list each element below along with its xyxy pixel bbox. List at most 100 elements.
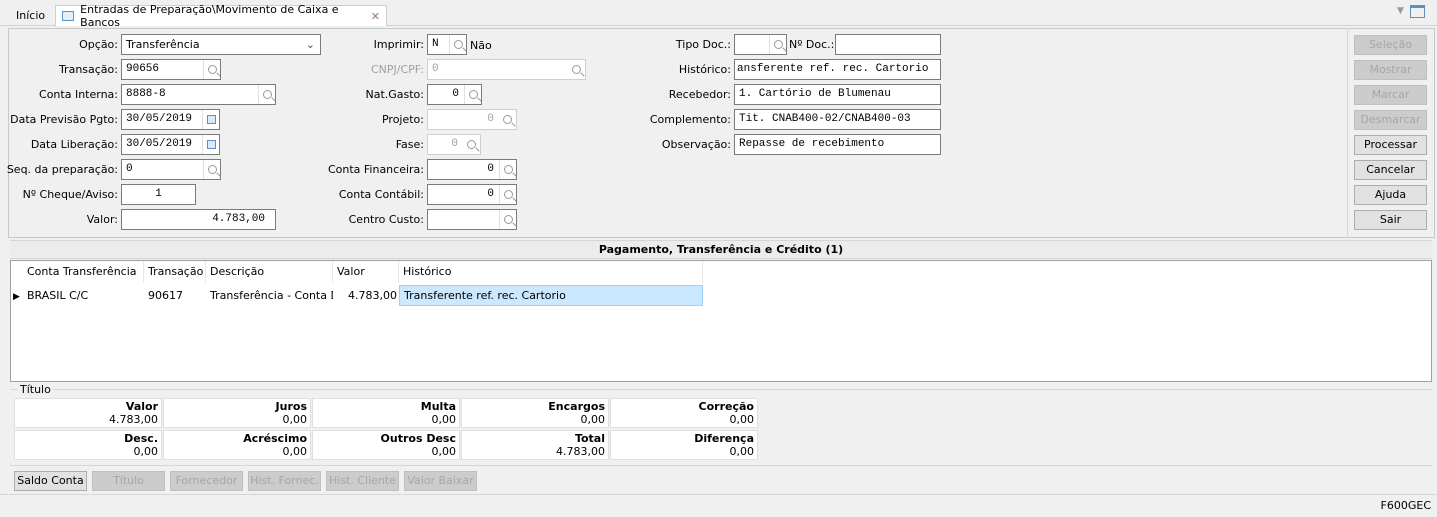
observacao-field[interactable]: Repasse de recebimento [734, 134, 941, 155]
search-icon[interactable] [499, 210, 516, 229]
ajuda-button[interactable]: Ajuda [1354, 185, 1427, 205]
cancelar-button[interactable]: Cancelar [1354, 160, 1427, 180]
nat-gasto-label: Nat.Gasto: [365, 88, 424, 101]
tab-inicio[interactable]: Início [8, 5, 53, 26]
tab-label: Entradas de Preparação\Movimento de Caix… [80, 3, 339, 29]
titulo-encargos: Encargos 0,00 [461, 398, 609, 428]
imprimir-label: Imprimir: [373, 38, 424, 51]
selecao-button: Seleção [1354, 35, 1427, 55]
tipo-doc-label: Tipo Doc.: [675, 38, 731, 51]
cell-conta[interactable]: BRASIL C/C [23, 285, 144, 307]
transacao-field[interactable]: 90656 [121, 59, 221, 80]
num-doc-label: Nº Doc.: [789, 38, 835, 51]
titulo-acrescimo: Acréscimo 0,00 [163, 430, 311, 460]
search-icon [568, 60, 585, 79]
cheque-field[interactable]: 1 [121, 184, 196, 205]
mostrar-button: Mostrar [1354, 60, 1427, 80]
column-header[interactable]: Valor [333, 261, 399, 283]
observacao-label: Observação: [661, 138, 731, 151]
tipo-doc-field[interactable] [734, 34, 787, 55]
imprimir-field[interactable]: N [427, 34, 467, 55]
titulo-outros-desc: Outros Desc 0,00 [312, 430, 460, 460]
cnpj-field: 0 [427, 59, 586, 80]
tab-movimento-caixa[interactable]: Entradas de Preparação\Movimento de Caix… [55, 3, 387, 29]
search-icon[interactable] [499, 185, 516, 204]
centro-custo-label: Centro Custo: [348, 213, 424, 226]
valor-baixar-button: Valor Baixar [404, 471, 477, 491]
cnpj-label: CNPJ/CPF: [371, 63, 424, 76]
historico-field[interactable]: ansferente ref. rec. Cartorio [734, 59, 941, 80]
titulo-multa: Multa 0,00 [312, 398, 460, 428]
num-doc-field[interactable] [835, 34, 941, 55]
valor-field[interactable]: 4.783,00 [121, 209, 276, 230]
opcao-select[interactable]: Transferência ⌄ [121, 34, 321, 55]
cell-descricao[interactable]: Transferência - Conta De [206, 285, 333, 307]
valor-label: Valor: [86, 213, 118, 226]
column-header[interactable]: Histórico [399, 261, 703, 283]
recebedor-field[interactable]: 1. Cartório de Blumenau [734, 84, 941, 105]
projeto-field: 0 [427, 109, 517, 130]
titulo-correcao: Correção 0,00 [610, 398, 758, 428]
cell-historico[interactable]: Transferente ref. rec. Cartorio [399, 285, 703, 306]
conta-contabil-label: Conta Contábil: [338, 188, 424, 201]
search-icon[interactable] [464, 85, 481, 104]
search-icon [499, 110, 516, 129]
cell-valor[interactable]: 4.783,00 [333, 285, 399, 307]
calendar-icon[interactable] [202, 135, 219, 154]
data-previsao-label: Data Previsão Pgto: [10, 113, 118, 126]
search-icon[interactable] [258, 85, 275, 104]
titulo-group-label: Título [18, 383, 53, 396]
conta-financeira-field[interactable]: 0 [427, 159, 517, 180]
conta-interna-field[interactable]: 8888-8 [121, 84, 276, 105]
centro-custo-field[interactable] [427, 209, 517, 230]
status-code: F600GEC [1380, 499, 1431, 512]
cheque-label: Nº Cheque/Aviso: [22, 188, 118, 201]
opcao-label: Opção: [79, 38, 118, 51]
conta-financeira-label: Conta Financeira: [327, 163, 424, 176]
fase-field: 0 [427, 134, 481, 155]
titulo-total: Total 4.783,00 [461, 430, 609, 460]
saldo-conta-button[interactable]: Saldo Conta [14, 471, 87, 491]
column-header[interactable]: Descrição [206, 261, 333, 283]
conta-interna-label: Conta Interna: [39, 88, 118, 101]
titulo-desc: Desc. 0,00 [14, 430, 162, 460]
data-previsao-field[interactable]: 30/05/2019 [121, 109, 220, 130]
recebedor-label: Recebedor: [668, 88, 731, 101]
desmarcar-button: Desmarcar [1354, 110, 1427, 130]
titulo-button: Título [92, 471, 165, 491]
calendar-icon[interactable] [202, 110, 219, 129]
column-header[interactable]: Conta Transferência [23, 261, 144, 283]
titulo-diferenca: Diferença 0,00 [610, 430, 758, 460]
cell-transacao[interactable]: 90617 [144, 285, 206, 307]
search-icon[interactable] [769, 35, 786, 54]
conta-contabil-field[interactable]: 0 [427, 184, 517, 205]
divider [1347, 28, 1348, 238]
grid-title: Pagamento, Transferência e Crédito (1) [10, 240, 1432, 259]
titulo-juros: Juros 0,00 [163, 398, 311, 428]
search-icon[interactable] [449, 35, 466, 54]
fornecedor-button: Fornecedor [170, 471, 243, 491]
form-icon [62, 11, 75, 21]
marcar-button: Marcar [1354, 85, 1427, 105]
status-bar: F600GEC [0, 494, 1437, 517]
row-indicator-icon: ▶ [13, 292, 20, 302]
historico-label: Histórico: [678, 63, 731, 76]
projeto-label: Projeto: [381, 113, 424, 126]
column-header[interactable]: Transação [144, 261, 206, 283]
seq-field[interactable]: 0 [121, 159, 221, 180]
search-icon[interactable] [203, 60, 220, 79]
search-icon[interactable] [499, 160, 516, 179]
data-liberacao-field[interactable]: 30/05/2019 [121, 134, 220, 155]
complemento-field[interactable]: Tit. CNAB400-02/CNAB400-03 [734, 109, 941, 130]
divider [10, 465, 1432, 466]
processar-button[interactable]: Processar [1354, 135, 1427, 155]
sair-button[interactable]: Sair [1354, 210, 1427, 230]
hist-fornec-button: Hist. Fornec. [248, 471, 321, 491]
nat-gasto-field[interactable]: 0 [427, 84, 482, 105]
fase-label: Fase: [395, 138, 424, 151]
maximize-icon[interactable] [1410, 5, 1425, 18]
close-tab-icon[interactable]: ✕ [371, 10, 380, 23]
seq-label: Seq. da preparação: [6, 163, 118, 176]
search-icon[interactable] [203, 160, 220, 179]
dropdown-arrow-icon[interactable]: ▼ [1397, 6, 1404, 16]
